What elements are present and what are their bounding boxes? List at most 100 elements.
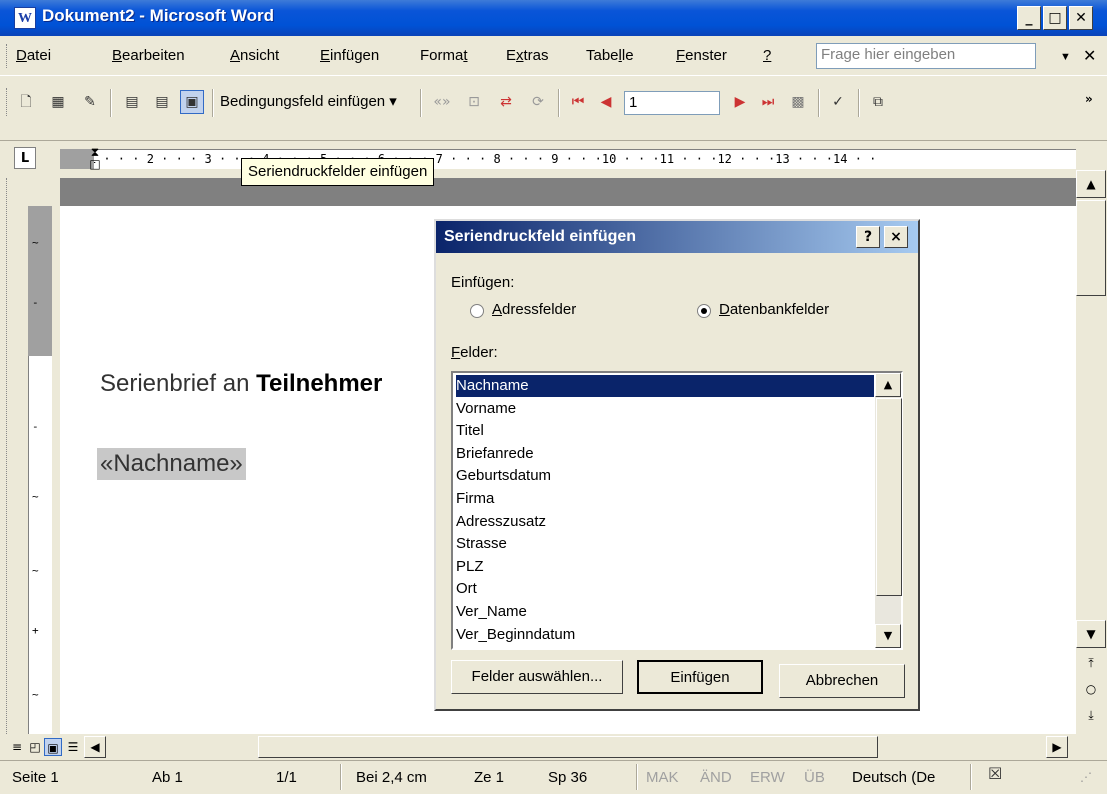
find-entry-icon[interactable]: ▩ [786,90,810,114]
word-icon[interactable]: W [14,7,36,29]
check-errors-icon[interactable]: ✓ [826,90,850,114]
field-list-item[interactable]: Ort [456,578,477,600]
indent-marker-icon[interactable]: ⧗ □ [88,146,102,174]
insert-word-field-button[interactable]: Bedingungsfeld einfügen ▾ [220,92,397,110]
normal-view-icon[interactable]: ≡ [8,738,26,756]
close-button[interactable]: ✕ [1069,6,1093,30]
menu-item[interactable]: Bearbeiten [112,47,185,64]
field-list-item[interactable]: Ver_Beginndatum [456,624,575,646]
toolbar-overflow-icon[interactable]: » [1085,92,1093,106]
match-fields-icon[interactable]: ⇄ [494,90,518,114]
next-record-icon[interactable]: ▶ [728,90,752,114]
status-separator [340,764,342,790]
previous-page-icon[interactable]: ⤒ [1076,650,1106,676]
insert-merge-fields-icon[interactable]: ▣ [180,90,204,114]
field-list-item[interactable]: Ver_Name [456,601,527,623]
field-list-item[interactable]: Firma [456,488,494,510]
menu-item[interactable]: Tabelle [586,47,634,64]
propagate-labels-icon[interactable]: ⟳ [526,90,550,114]
address-fields-label[interactable]: Adressfelder [492,301,576,318]
help-dropdown-icon[interactable]: ▼ [1060,51,1071,63]
cancel-button[interactable]: Abbrechen [779,664,905,698]
menu-item[interactable]: Datei [16,47,51,64]
scroll-right-button[interactable]: ▶ [1046,736,1068,758]
insert-greeting-line-icon[interactable]: ▤ [150,90,174,114]
tab-selector[interactable]: L [14,147,36,169]
document-text[interactable]: Serienbrief an Teilnehmer [100,370,382,398]
menu-item-text: E [506,47,517,64]
select-fields-button[interactable]: Felder auswählen... [451,660,623,694]
spelling-status-icon[interactable]: ☒ [988,764,1002,783]
status-language[interactable]: Deutsch (De [852,769,935,786]
close-document-button[interactable]: ✕ [1083,46,1096,65]
scroll-up-button[interactable]: ▲ [1076,170,1106,198]
database-fields-label[interactable]: Datenbankfelder [719,301,829,318]
dialog-help-button[interactable]: ? [856,226,880,248]
field-list-item[interactable]: PLZ [456,556,484,578]
field-list-item[interactable]: Briefanrede [456,443,534,465]
listbox-scroll-thumb[interactable] [876,398,902,596]
radio-dot [701,308,707,314]
dialog-close-button[interactable]: × [884,226,908,248]
outline-view-icon[interactable]: ☰ [64,738,82,756]
menu-item[interactable]: Einfügen [320,47,379,64]
horizontal-scroll-thumb[interactable] [258,736,878,758]
insert-address-block-icon[interactable]: ▤ [120,90,144,114]
web-layout-icon[interactable]: ◰ [26,738,44,756]
menu-item[interactable]: Ansicht [230,47,279,64]
minimize-button[interactable]: _ [1017,6,1041,30]
fields-listbox[interactable]: Nachname Vorname Titel Briefanrede Geburtsda… [451,371,903,650]
merge-field[interactable]: «Nachname» [97,448,246,480]
menu-item[interactable]: Extras [506,47,549,64]
menu-item-text: atei [26,47,52,64]
address-fields-radio[interactable] [470,304,484,318]
toolbar-separator [420,89,422,117]
menu-item[interactable]: Fenster [676,47,727,64]
vertical-scroll-thumb[interactable] [1076,200,1106,296]
status-overtype[interactable]: ÜB [804,769,825,786]
field-list-item[interactable]: Nachname [456,375,874,397]
toolbar-grip[interactable] [6,88,9,116]
listbox-scroll-up-button[interactable]: ▲ [875,373,901,397]
menu-grip[interactable] [6,44,9,68]
highlight-fields-icon[interactable]: ⊡ [462,90,486,114]
menu-item[interactable]: ? [763,47,771,64]
field-list-item[interactable]: Geburtsdatum [456,465,551,487]
next-page-icon[interactable]: ⤓ [1076,702,1106,728]
status-pages: 1/1 [276,769,297,786]
scroll-left-button[interactable]: ◀ [84,736,106,758]
record-number-input[interactable]: 1 [624,91,720,115]
open-data-source-icon[interactable]: ▦ [46,90,70,114]
maximize-button[interactable]: □ [1043,6,1067,30]
last-record-icon[interactable]: ⏭ [756,90,780,114]
listbox-scroll-down-button[interactable]: ▼ [875,624,901,648]
vruler-tick: ~ [32,236,39,249]
status-macro-record[interactable]: MAK [646,769,679,786]
field-list-item[interactable]: Vorname [456,398,516,420]
print-layout-icon[interactable]: ▣ [44,738,62,756]
status-extend-selection[interactable]: ERW [750,769,785,786]
insert-button[interactable]: Einfügen [637,660,763,694]
field-list-item[interactable]: Strasse [456,533,507,555]
status-track-changes[interactable]: ÄND [700,769,732,786]
menu-item-text: earbeiten [122,47,185,64]
first-record-icon[interactable]: ⏮ [566,90,590,114]
vruler-tick: + [32,624,39,637]
recipients-icon[interactable]: ✎ [78,90,102,114]
resize-grip-icon[interactable]: ⋰ [1080,770,1092,784]
horizontal-ruler[interactable]: · · 1 · · · 2 · · · 3 · · · 4 · · · 5 · … [60,149,1076,169]
menu-item[interactable]: Format [420,47,468,64]
toolbar-separator [212,89,214,117]
merge-to-new-document-icon[interactable]: ⧉ [866,90,890,114]
browse-object-icon[interactable]: ○ [1076,676,1106,702]
database-fields-radio[interactable] [697,304,711,318]
field-list-item[interactable]: Titel [456,420,484,442]
main-document-setup-icon[interactable]: 🗋 [14,90,38,114]
help-search-input[interactable]: Frage hier eingeben [816,43,1036,69]
view-merged-data-icon[interactable]: «» [430,90,454,114]
menu-item-accelerator: A [230,47,241,64]
previous-record-icon[interactable]: ◀ [594,90,618,114]
scroll-down-button[interactable]: ▼ [1076,620,1106,648]
field-list-item[interactable]: Adresszusatz [456,511,546,533]
window-title: Dokument2 - Microsoft Word [42,6,275,25]
